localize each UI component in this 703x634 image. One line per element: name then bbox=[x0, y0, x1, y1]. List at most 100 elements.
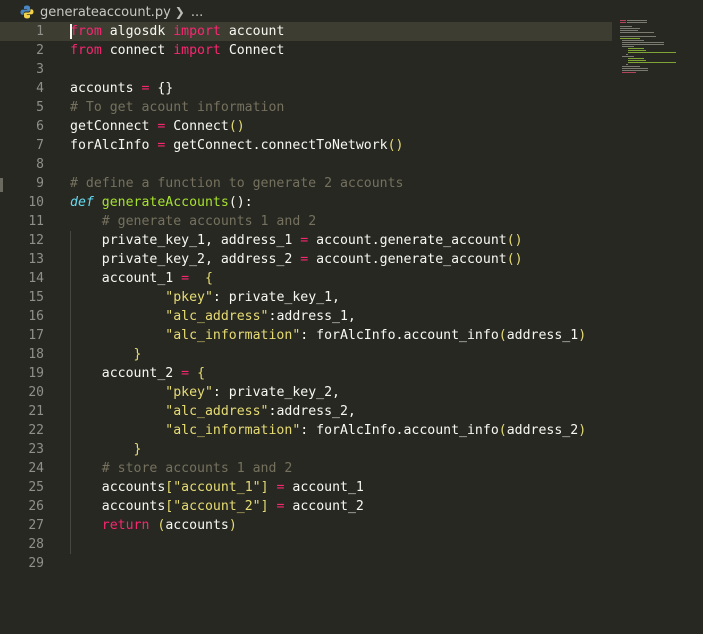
code-line[interactable]: 11 # generate accounts 1 and 2 bbox=[0, 212, 612, 231]
code-line[interactable]: 7 forAlcInfo = getConnect.connectToNetwor… bbox=[0, 136, 612, 155]
minimap-line bbox=[620, 20, 626, 21]
code-token: return bbox=[101, 518, 150, 533]
code-line[interactable]: 26 accounts["account_2"] = account_2 bbox=[0, 497, 612, 516]
minimap-line bbox=[622, 68, 648, 69]
code-line[interactable]: 17 "alc_information": forAlcInfo.account… bbox=[0, 326, 612, 345]
code-line[interactable]: 23 } bbox=[0, 440, 612, 459]
code-token: ] bbox=[260, 499, 269, 514]
code-line[interactable]: 27 return (accounts) bbox=[0, 516, 612, 535]
code-line[interactable]: 6 getConnect = Connect() bbox=[0, 117, 612, 136]
code-line[interactable]: 28 bbox=[0, 535, 612, 554]
code-token: ( bbox=[498, 328, 507, 343]
code-token: ( bbox=[498, 423, 507, 438]
code-line[interactable]: 10 def generateAccounts(): bbox=[0, 193, 612, 212]
code-text: accounts["account_1"] = account_1 bbox=[70, 478, 364, 497]
code-line[interactable]: 4 accounts = {} bbox=[0, 79, 612, 98]
code-token: account_2 bbox=[284, 499, 364, 514]
code-text: # generate accounts 1 and 2 bbox=[70, 212, 316, 231]
code-token: } bbox=[133, 442, 142, 457]
code-line[interactable]: 2 from connect import Connect bbox=[0, 41, 612, 60]
code-line[interactable]: 16 "alc_address":address_1, bbox=[0, 307, 612, 326]
code-line[interactable]: 3 bbox=[0, 60, 612, 79]
minimap-line bbox=[622, 56, 634, 57]
code-editor[interactable]: 1 from algosdk import account 2 from connec… bbox=[0, 22, 612, 582]
line-number: 25 bbox=[28, 480, 44, 495]
code-token: accounts bbox=[165, 518, 229, 533]
code-token: Connect bbox=[165, 119, 229, 134]
minimap[interactable] bbox=[618, 20, 690, 80]
code-text: accounts = {} bbox=[70, 79, 173, 98]
code-line[interactable]: 22 "alc_information": forAlcInfo.account… bbox=[0, 421, 612, 440]
minimap-line bbox=[628, 48, 644, 49]
code-token: account.generate_account bbox=[308, 233, 507, 248]
code-text: from algosdk import account bbox=[70, 22, 284, 41]
code-text: account_2 = { bbox=[70, 364, 205, 383]
code-line[interactable]: 14 account_1 = { bbox=[0, 269, 612, 288]
line-number: 2 bbox=[36, 43, 44, 58]
code-token: address_1 bbox=[506, 328, 579, 343]
line-number: 11 bbox=[28, 214, 44, 229]
code-token: private_key_1, address_1 bbox=[70, 233, 301, 248]
code-token: # To get acount information bbox=[70, 100, 285, 115]
code-token: () bbox=[387, 138, 404, 153]
code-token: : private_key_2, bbox=[212, 385, 340, 400]
minimap-line bbox=[620, 32, 654, 33]
code-token: = bbox=[300, 252, 309, 267]
code-line[interactable]: 19 account_2 = { bbox=[0, 364, 612, 383]
line-number: 14 bbox=[28, 271, 44, 286]
code-line[interactable]: 25 accounts["account_1"] = account_1 bbox=[0, 478, 612, 497]
code-token: "account_1" bbox=[173, 480, 261, 495]
code-line[interactable]: 29 bbox=[0, 554, 612, 573]
code-line[interactable]: 1 from algosdk import account bbox=[0, 22, 612, 41]
line-number: 20 bbox=[28, 385, 44, 400]
code-line[interactable]: 13 private_key_2, address_2 = account.ge… bbox=[0, 250, 612, 269]
breadcrumb-more[interactable]: ... bbox=[191, 5, 203, 20]
minimap-line bbox=[620, 22, 626, 23]
line-number: 7 bbox=[36, 138, 44, 153]
line-number: 17 bbox=[28, 328, 44, 343]
line-number: 24 bbox=[28, 461, 44, 476]
line-number: 6 bbox=[36, 119, 44, 134]
line-number: 1 bbox=[36, 24, 44, 39]
code-token: # store accounts 1 and 2 bbox=[101, 461, 293, 476]
code-line[interactable]: 5 # To get acount information bbox=[0, 98, 612, 117]
code-token: :address_1, bbox=[268, 309, 356, 324]
line-number: 15 bbox=[28, 290, 44, 305]
minimap-line bbox=[626, 64, 628, 65]
code-line[interactable]: 8 bbox=[0, 155, 612, 174]
minimap-line bbox=[627, 20, 647, 21]
code-line[interactable]: 15 "pkey": private_key_1, bbox=[0, 288, 612, 307]
code-line[interactable]: 24 # store accounts 1 and 2 bbox=[0, 459, 612, 478]
code-text: } bbox=[70, 345, 142, 364]
code-token: from bbox=[70, 43, 102, 58]
code-line[interactable]: 12 private_key_1, address_1 = account.ge… bbox=[0, 231, 612, 250]
code-token: :address_2, bbox=[268, 404, 356, 419]
line-number: 12 bbox=[28, 233, 44, 248]
minimap-line bbox=[620, 26, 632, 27]
code-token: ) bbox=[578, 423, 587, 438]
code-token: algosdk bbox=[101, 24, 174, 39]
minimap-line bbox=[628, 60, 646, 61]
code-token: () bbox=[228, 119, 245, 134]
breadcrumb-file[interactable]: generateaccount.py bbox=[40, 5, 171, 20]
minimap-line bbox=[628, 52, 676, 53]
code-line[interactable]: 9 # define a function to generate 2 accou… bbox=[0, 174, 612, 193]
code-token: (): bbox=[228, 195, 253, 210]
code-token: = bbox=[300, 233, 309, 248]
minimap-line bbox=[622, 46, 634, 47]
line-number: 4 bbox=[36, 81, 44, 96]
code-token: = bbox=[181, 366, 190, 381]
code-token: address_2 bbox=[506, 423, 579, 438]
code-text: } bbox=[70, 440, 142, 459]
code-line[interactable]: 20 "pkey": private_key_2, bbox=[0, 383, 612, 402]
code-line[interactable]: 18 } bbox=[0, 345, 612, 364]
code-token: getConnect.connectToNetwork bbox=[165, 138, 388, 153]
code-line[interactable]: 21 "alc_address":address_2, bbox=[0, 402, 612, 421]
vertical-scrollbar[interactable] bbox=[690, 20, 703, 634]
